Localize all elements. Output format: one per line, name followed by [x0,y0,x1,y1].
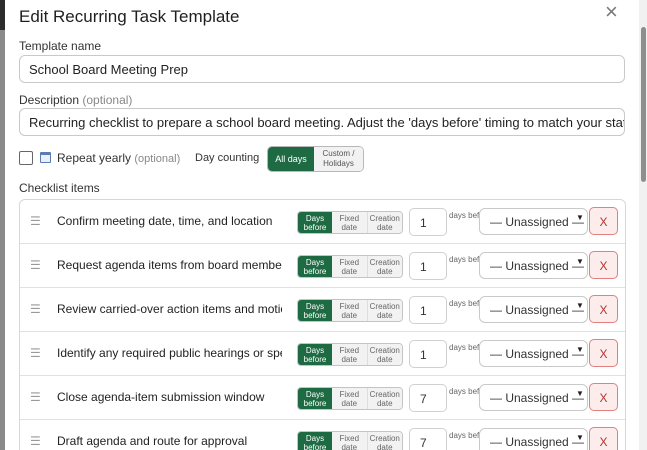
description-label-text: Description [19,93,80,107]
assignee-select[interactable]: — Unassigned — [479,296,588,323]
assignee-select[interactable]: — Unassigned — [479,208,588,235]
days-before-input[interactable]: 7 [409,384,447,412]
checklist-row: ☰ Review carried-over action items and m… [20,288,625,332]
timing-mode-toggle: Days before Fixed date Creation date [297,255,403,278]
chevron-down-icon: ▼ [576,213,584,222]
checklist-row: ☰ Identify any required public hearings … [20,332,625,376]
mode-days-before[interactable]: Days before [298,344,332,365]
checklist-item-text[interactable]: Review carried-over action items and mot… [57,302,282,316]
calendar-icon [40,152,51,163]
delete-item-button[interactable]: X [589,207,618,235]
modal-scrollbar-thumb[interactable] [641,27,646,182]
close-icon[interactable]: × [605,1,618,23]
mode-creation-date[interactable]: Creation date [367,256,402,277]
checklist-item-text[interactable]: Identify any required public hearings or… [57,346,282,360]
delete-item-button[interactable]: X [589,383,618,411]
days-before-input[interactable]: 1 [409,252,447,280]
mode-creation-date[interactable]: Creation date [367,344,402,365]
template-name-label: Template name [19,39,102,53]
drag-handle-icon[interactable]: ☰ [30,214,41,228]
repeat-yearly-label: Repeat yearly (optional) [57,151,180,165]
chevron-down-icon: ▼ [576,345,584,354]
repeat-yearly-text: Repeat yearly [57,151,132,165]
mode-fixed-date[interactable]: Fixed date [332,388,368,409]
checklist-item-text[interactable]: Request agenda items from board members [57,258,282,272]
mode-days-before[interactable]: Days before [298,388,332,409]
days-before-input[interactable]: 7 [409,428,447,450]
day-counting-custom-holidays[interactable]: Custom / Holidays [314,147,363,171]
delete-item-button[interactable]: X [589,427,618,450]
drag-handle-icon[interactable]: ☰ [30,434,41,448]
modal-title: Edit Recurring Task Template [19,7,240,26]
chevron-down-icon: ▼ [576,433,584,442]
checklist-row: ☰ Draft agenda and route for approval Da… [20,420,625,450]
checklist-row: ☰ Request agenda items from board member… [20,244,625,288]
description-label: Description (optional) [19,93,132,107]
checklist-row: ☰ Close agenda-item submission window Da… [20,376,625,420]
day-counting-label: Day counting [195,152,260,164]
mode-creation-date[interactable]: Creation date [367,432,402,450]
description-optional-hint: (optional) [82,93,133,107]
mode-creation-date[interactable]: Creation date [367,212,402,233]
checklist-item-text[interactable]: Confirm meeting date, time, and location [57,214,282,228]
assignee-select[interactable]: — Unassigned — [479,340,588,367]
assignee-select[interactable]: — Unassigned — [479,252,588,279]
mode-creation-date[interactable]: Creation date [367,300,402,321]
mode-days-before[interactable]: Days before [298,256,332,277]
day-counting-all-days[interactable]: All days [268,147,314,171]
mode-fixed-date[interactable]: Fixed date [332,300,368,321]
checklist-items-label: Checklist items [19,181,100,195]
mode-days-before[interactable]: Days before [298,432,332,450]
days-before-input[interactable]: 1 [409,208,447,236]
delete-item-button[interactable]: X [589,251,618,279]
mode-fixed-date[interactable]: Fixed date [332,344,368,365]
assignee-select[interactable]: — Unassigned — [479,428,588,450]
timing-mode-toggle: Days before Fixed date Creation date [297,211,403,234]
mode-days-before[interactable]: Days before [298,212,332,233]
checklist-item-text[interactable]: Draft agenda and route for approval [57,434,282,448]
mode-fixed-date[interactable]: Fixed date [332,432,368,450]
timing-mode-toggle: Days before Fixed date Creation date [297,431,403,450]
days-before-input[interactable]: 1 [409,340,447,368]
delete-item-button[interactable]: X [589,295,618,323]
drag-handle-icon[interactable]: ☰ [30,302,41,316]
timing-mode-toggle: Days before Fixed date Creation date [297,343,403,366]
chevron-down-icon: ▼ [576,301,584,310]
mode-days-before[interactable]: Days before [298,300,332,321]
day-counting-toggle: All days Custom / Holidays [267,146,364,172]
mode-fixed-date[interactable]: Fixed date [332,256,368,277]
template-name-input[interactable]: School Board Meeting Prep [19,55,625,83]
timing-mode-toggle: Days before Fixed date Creation date [297,387,403,410]
checklist-item-text[interactable]: Close agenda-item submission window [57,390,282,404]
timing-mode-toggle: Days before Fixed date Creation date [297,299,403,322]
assignee-select[interactable]: — Unassigned — [479,384,588,411]
repeat-yearly-checkbox[interactable] [19,151,33,165]
days-before-input[interactable]: 1 [409,296,447,324]
drag-handle-icon[interactable]: ☰ [30,346,41,360]
mode-fixed-date[interactable]: Fixed date [332,212,368,233]
mode-creation-date[interactable]: Creation date [367,388,402,409]
checklist-row: ☰ Confirm meeting date, time, and locati… [20,200,625,244]
repeat-optional-hint: (optional) [134,153,181,165]
checklist-items-list: ☰ Confirm meeting date, time, and locati… [19,199,626,450]
chevron-down-icon: ▼ [576,257,584,266]
edit-template-modal: Edit Recurring Task Template × Template … [5,0,639,450]
drag-handle-icon[interactable]: ☰ [30,258,41,272]
delete-item-button[interactable]: X [589,339,618,367]
chevron-down-icon: ▼ [576,389,584,398]
description-input[interactable]: Recurring checklist to prepare a school … [19,108,625,136]
drag-handle-icon[interactable]: ☰ [30,390,41,404]
